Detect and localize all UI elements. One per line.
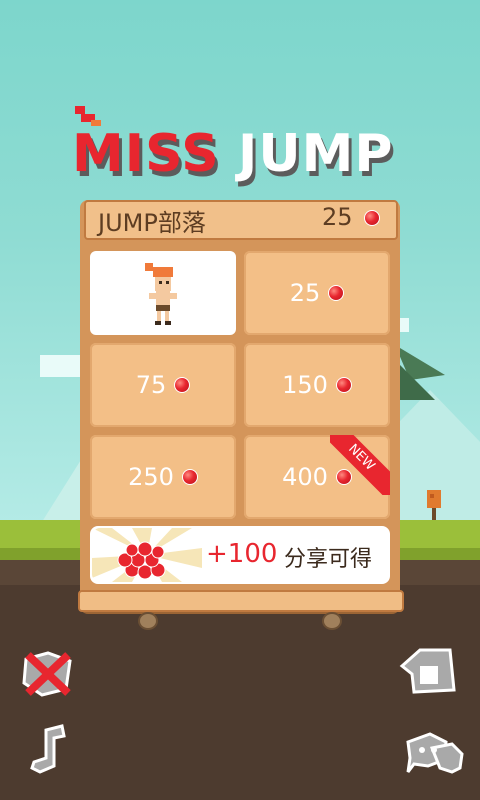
- price-label: 25: [289, 279, 321, 307]
- character-slot[interactable]: 250: [90, 435, 236, 519]
- coin-icon: [174, 377, 191, 393]
- character-slot-selected[interactable]: [90, 251, 236, 335]
- price-label: 150: [282, 371, 328, 399]
- tree-icon: [427, 490, 441, 520]
- character-hair-icon: [75, 106, 101, 126]
- coin-icon: [328, 285, 345, 301]
- chat-icon[interactable]: [404, 728, 464, 776]
- panel-rivet: [138, 612, 158, 630]
- character-slot[interactable]: 25: [244, 251, 390, 335]
- panel-foot: [78, 590, 404, 612]
- price-label: 250: [128, 463, 174, 491]
- panel-rivet: [322, 612, 342, 630]
- title-miss: MISS: [72, 124, 220, 184]
- coin-icon: [181, 469, 198, 485]
- character-slot[interactable]: 150: [244, 343, 390, 427]
- new-badge: NEW: [330, 435, 390, 495]
- character-slot[interactable]: 400 NEW: [244, 435, 390, 519]
- coin-pile-icon: [92, 528, 202, 582]
- character-slot[interactable]: 75: [90, 343, 236, 427]
- share-label: 分享可得: [284, 547, 373, 572]
- share-bonus: +100: [206, 539, 278, 569]
- title-jump: JUMP: [238, 124, 394, 184]
- coin-icon: [364, 210, 380, 226]
- price-label: 75: [135, 371, 167, 399]
- price-label: 400: [282, 463, 328, 491]
- coin-icon: [335, 377, 352, 393]
- panel-title: JUMP部落: [98, 209, 206, 237]
- new-badge-label: NEW: [330, 435, 390, 495]
- music-icon[interactable]: [24, 722, 72, 778]
- character-icon: [145, 263, 177, 325]
- leaderboard-icon[interactable]: [398, 644, 458, 696]
- no-ads-icon[interactable]: [20, 645, 76, 701]
- coin-count: 25: [322, 203, 353, 231]
